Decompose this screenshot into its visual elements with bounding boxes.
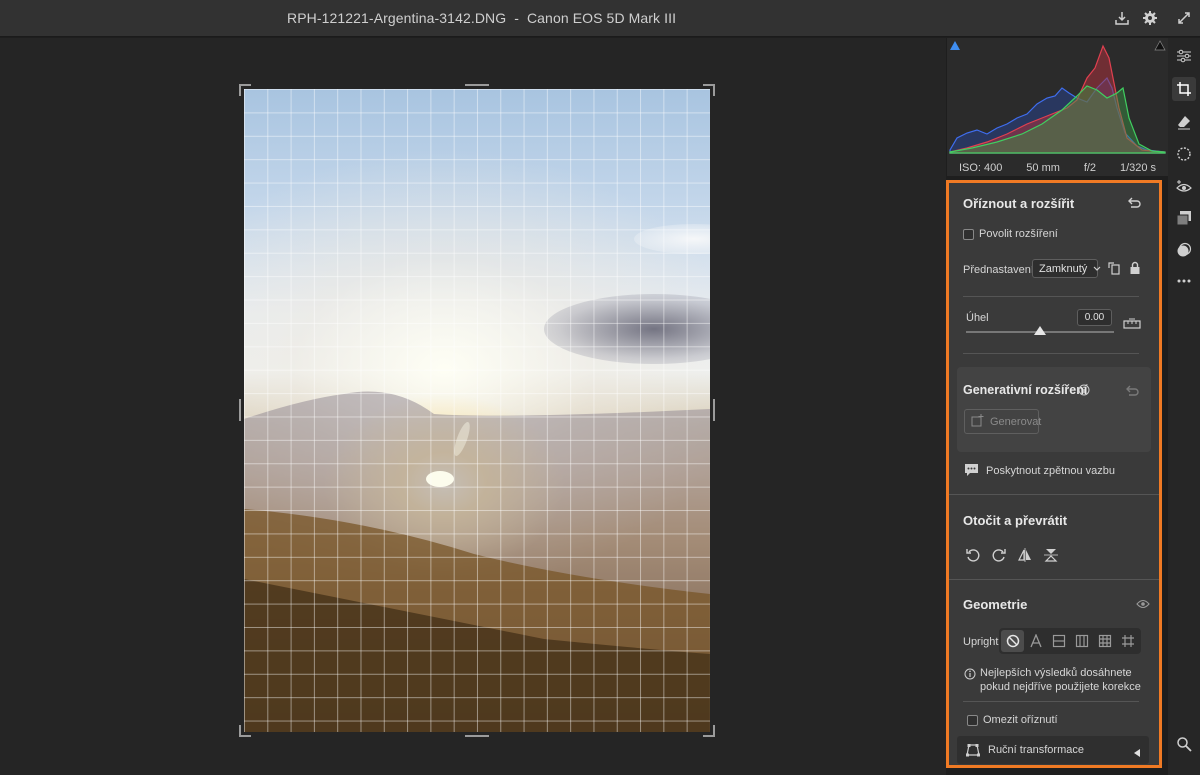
- generate-button[interactable]: Generovat: [964, 409, 1042, 434]
- crop-handle-bottom-left[interactable]: [239, 725, 251, 737]
- divider: [963, 353, 1139, 354]
- upright-level-icon[interactable]: [1047, 630, 1070, 652]
- preset-select-value: Zamknutý: [1039, 262, 1088, 275]
- allow-expand-checkbox[interactable]: [963, 229, 974, 240]
- exif-iso: ISO: 400: [958, 162, 1003, 174]
- manual-transform-label: Ruční transformace: [988, 744, 1084, 756]
- geometry-info-line-1: Nejlepších výsledků dosáhnete: [980, 667, 1132, 679]
- manual-transform-row[interactable]: Ruční transformace: [957, 736, 1149, 764]
- reset-icon[interactable]: [1123, 382, 1141, 400]
- generate-label: Generovat: [990, 415, 1042, 428]
- upright-full-icon[interactable]: [1093, 630, 1116, 652]
- generative-title: Generativní rozšíření: [963, 383, 1088, 397]
- exif-aperture: f/2: [1083, 162, 1097, 174]
- snapshots-icon[interactable]: [1172, 238, 1196, 262]
- crop-section-title: Oříznout a rozšířit: [963, 196, 1075, 211]
- constrain-crop-label: Omezit oříznutí: [983, 714, 1058, 726]
- reset-icon[interactable]: [1125, 194, 1143, 212]
- edit-sliders-icon[interactable]: [1172, 44, 1196, 68]
- straighten-tool-icon[interactable]: [1122, 316, 1142, 330]
- upright-guided-icon[interactable]: [1116, 630, 1139, 652]
- upright-vertical-icon[interactable]: [1070, 630, 1093, 652]
- geometry-section-title: Geometrie: [963, 597, 1028, 612]
- chevron-down-icon: [1093, 263, 1101, 275]
- transform-icon: [966, 743, 980, 762]
- crop-frame[interactable]: [239, 84, 715, 737]
- allow-expand-label: Povolit rozšíření: [979, 228, 1058, 240]
- preset-label: Přednastavení: [963, 264, 1034, 276]
- histogram: [947, 38, 1168, 176]
- crop-handle-top[interactable]: [465, 84, 489, 86]
- flip-vertical-icon[interactable]: [1041, 545, 1061, 565]
- eraser-icon[interactable]: [1172, 110, 1196, 134]
- constrain-crop-checkbox[interactable]: [967, 715, 978, 726]
- zoom-icon[interactable]: [1172, 732, 1196, 756]
- generate-icon: [971, 413, 984, 430]
- image-canvas[interactable]: [0, 38, 946, 775]
- geometry-info-line-2: pokud nejdříve použijete korekce: [980, 681, 1141, 693]
- angle-slider-thumb[interactable]: [1034, 326, 1046, 335]
- upright-segmented-control: [999, 628, 1141, 654]
- generative-expand-box: Generativní rozšíření Generovat: [957, 367, 1151, 452]
- crop-handle-right[interactable]: [713, 399, 715, 421]
- info-icon: [963, 667, 977, 681]
- crop-handle-bottom-right[interactable]: [703, 725, 715, 737]
- rotate-left-icon[interactable]: [963, 545, 983, 565]
- feedback-icon[interactable]: [963, 462, 979, 478]
- rotate-right-icon[interactable]: [989, 545, 1009, 565]
- exif-info: ISO: 400 50 mm f/2 1/320 s: [947, 158, 1168, 178]
- window-title: RPH-121221-Argentina-3142.DNG - Canon EO…: [287, 10, 677, 26]
- upright-auto-icon[interactable]: [1024, 630, 1047, 652]
- fullscreen-icon[interactable]: [1174, 8, 1194, 28]
- title-bar: RPH-121221-Argentina-3142.DNG - Canon EO…: [0, 0, 1200, 37]
- divider: [963, 296, 1139, 297]
- divider: [949, 494, 1159, 495]
- crop-handle-top-right[interactable]: [703, 84, 715, 96]
- divider: [963, 701, 1139, 702]
- save-icon[interactable]: [1112, 8, 1132, 28]
- crop-handle-left[interactable]: [239, 399, 241, 421]
- crop-handle-bottom[interactable]: [465, 735, 489, 737]
- right-toolbar: [1168, 38, 1200, 775]
- chevron-left-icon: [1133, 745, 1141, 763]
- preset-select[interactable]: Zamknutý: [1032, 259, 1101, 278]
- upright-label: Upright: [963, 636, 999, 648]
- rotate-section-title: Otočit a převrátit: [963, 513, 1068, 528]
- crop-icon[interactable]: [1172, 77, 1196, 101]
- redeye-icon[interactable]: [1172, 175, 1196, 199]
- flip-horizontal-icon[interactable]: [1015, 545, 1035, 565]
- crop-handle-top-left[interactable]: [239, 84, 251, 96]
- feedback-link[interactable]: Poskytnout zpětnou vazbu: [986, 465, 1115, 477]
- mask-icon[interactable]: [1172, 142, 1196, 166]
- gear-icon[interactable]: [1140, 8, 1160, 28]
- crop-panel: Oříznout a rozšířit Povolit rozšíření Př…: [946, 180, 1162, 768]
- presets-icon[interactable]: [1172, 206, 1196, 230]
- more-icon[interactable]: [1172, 269, 1196, 293]
- angle-input[interactable]: 0.00: [1077, 309, 1112, 326]
- upright-off-icon[interactable]: [1001, 630, 1024, 652]
- divider: [949, 579, 1159, 580]
- app-window: RPH-121221-Argentina-3142.DNG - Canon EO…: [0, 0, 1200, 775]
- exif-focal-length: 50 mm: [1026, 162, 1060, 174]
- rotate-aspect-icon[interactable]: [1106, 260, 1122, 276]
- lock-icon[interactable]: [1127, 260, 1143, 276]
- exif-shutter: 1/320 s: [1119, 162, 1157, 174]
- eye-icon[interactable]: [1135, 597, 1151, 611]
- angle-label: Úhel: [966, 312, 989, 324]
- info-icon[interactable]: [1077, 383, 1091, 397]
